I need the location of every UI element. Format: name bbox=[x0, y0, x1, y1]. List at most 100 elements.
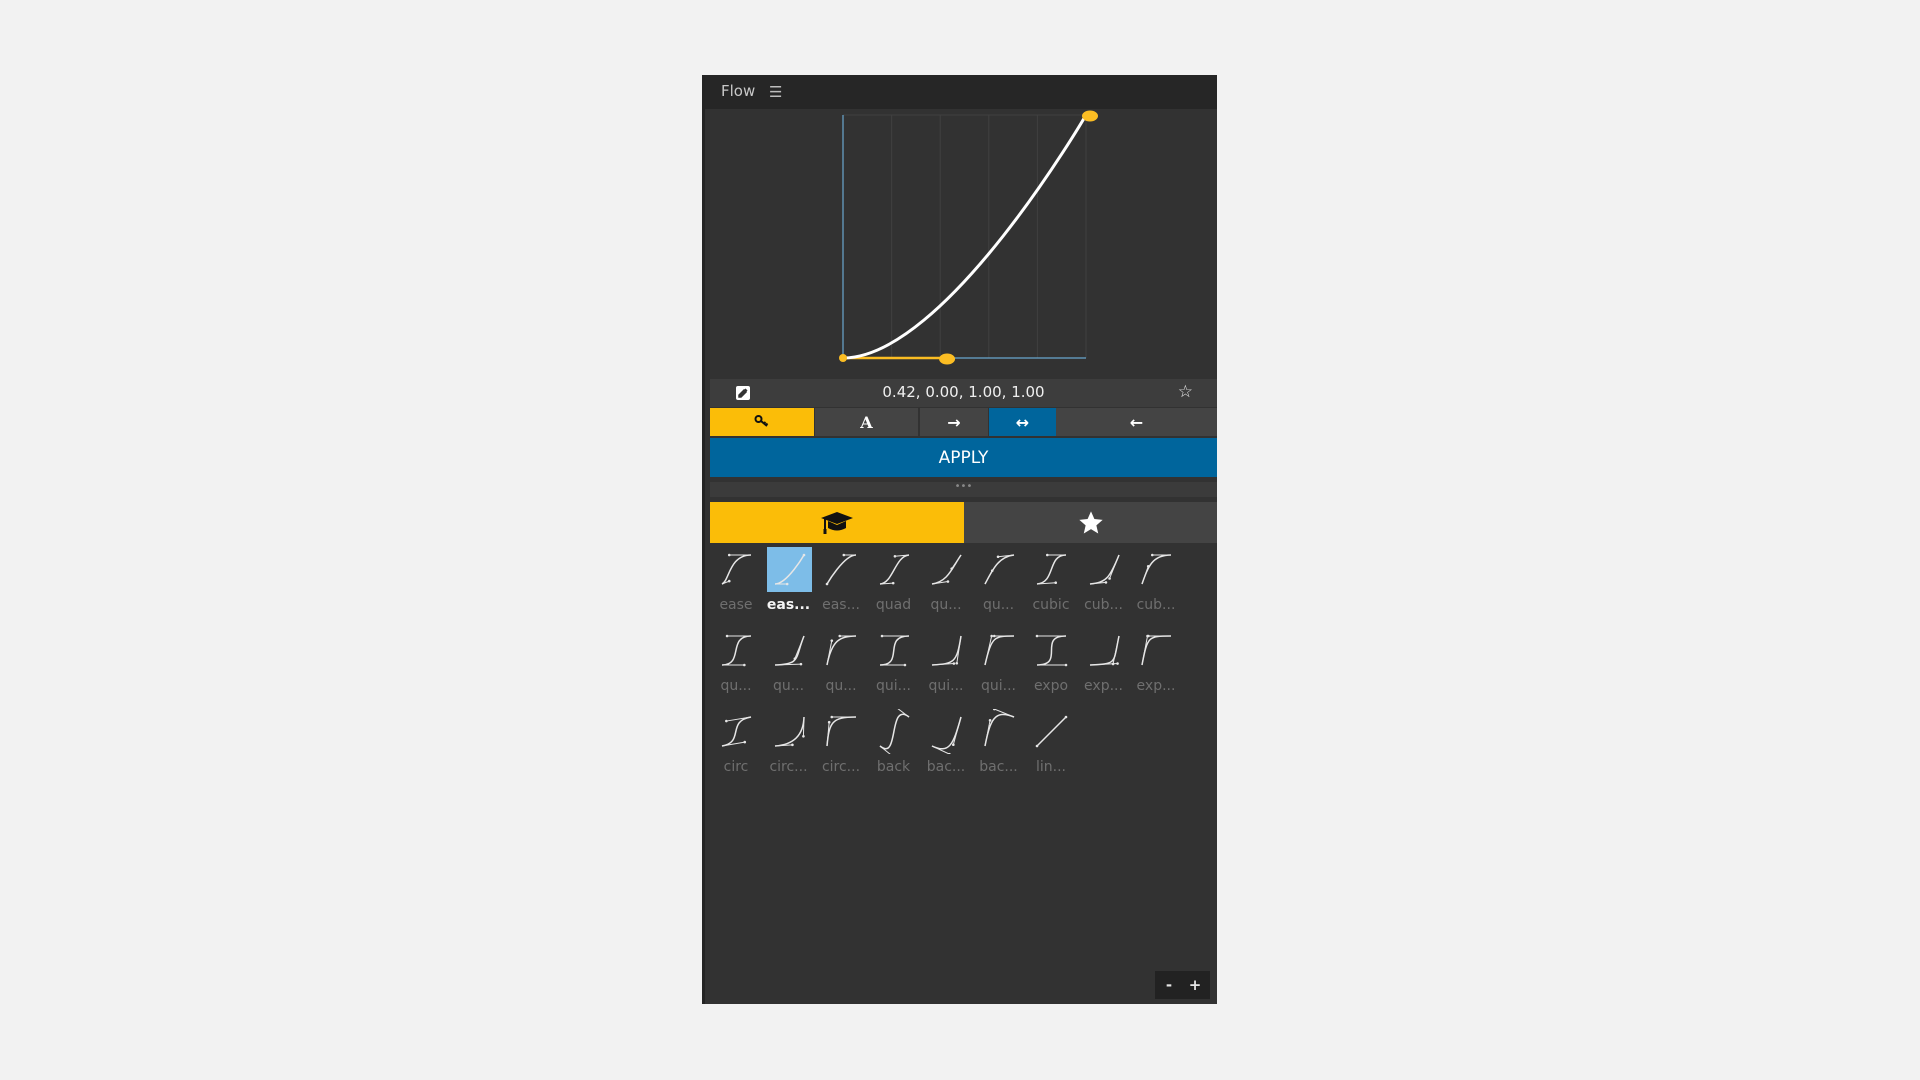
text-mode-button[interactable]: A bbox=[815, 408, 918, 436]
icon-curve bbox=[774, 635, 805, 666]
icon-point bbox=[801, 734, 805, 738]
icon-point bbox=[1045, 553, 1049, 557]
preset-item[interactable]: eas... bbox=[763, 545, 815, 625]
preset-item[interactable]: circ... bbox=[763, 707, 815, 787]
preset-item[interactable]: circ bbox=[710, 707, 762, 787]
easing-curve-icon bbox=[1036, 553, 1067, 585]
tab-favorites[interactable] bbox=[964, 502, 1217, 543]
preset-item[interactable]: eas... bbox=[815, 545, 867, 625]
hamburger-menu-icon[interactable]: ☰ bbox=[769, 83, 782, 101]
flow-panel: Flow ☰ 0.42, 0.00, 1.00, 1.00 ☆ A → ↔ ← APP… bbox=[702, 75, 1217, 1004]
icon-curve bbox=[879, 635, 909, 666]
icon-point bbox=[955, 661, 959, 665]
preset-label: qu... bbox=[930, 597, 962, 613]
icon-curve bbox=[879, 713, 909, 750]
star-outline-icon[interactable]: ☆ bbox=[1178, 382, 1193, 402]
text-icon: A bbox=[860, 412, 873, 432]
easing-curve-icon bbox=[983, 554, 1014, 585]
icon-point bbox=[830, 639, 834, 642]
icon-curve bbox=[983, 554, 1014, 585]
preset-label: qui... bbox=[876, 678, 911, 694]
icon-point bbox=[1115, 662, 1119, 665]
preset-label: qu... bbox=[982, 597, 1015, 613]
preset-item[interactable]: qu... bbox=[763, 626, 815, 706]
panel-header: Flow ☰ bbox=[705, 75, 1217, 109]
icon-curve bbox=[931, 635, 962, 666]
preset-item[interactable]: qui... bbox=[973, 626, 1025, 706]
preset-item[interactable]: qui... bbox=[920, 626, 972, 706]
easing-curve-icon bbox=[931, 554, 962, 585]
icon-point bbox=[893, 555, 896, 558]
icon-point bbox=[996, 555, 999, 559]
icon-curve bbox=[983, 635, 1014, 666]
icon-point bbox=[1147, 634, 1150, 638]
preset-item[interactable]: exp... bbox=[1078, 626, 1130, 706]
icon-point bbox=[946, 580, 950, 583]
preset-item[interactable]: qu... bbox=[710, 626, 762, 706]
preset-item[interactable]: ease bbox=[710, 545, 762, 625]
preset-label: circ... bbox=[821, 759, 861, 775]
icon-point bbox=[903, 663, 906, 667]
easing-curve-icon bbox=[1035, 634, 1068, 667]
preset-item[interactable]: lin... bbox=[1025, 707, 1077, 787]
resize-divider[interactable]: ••• bbox=[710, 482, 1217, 497]
preset-item[interactable]: quad bbox=[868, 545, 920, 625]
easing-curve bbox=[842, 114, 1088, 360]
icon-curve bbox=[879, 554, 909, 585]
icon-point bbox=[790, 743, 794, 747]
icon-point bbox=[830, 715, 834, 719]
arrow-right-icon: → bbox=[947, 412, 961, 432]
ease-in-button[interactable]: → bbox=[920, 408, 988, 436]
icon-point bbox=[1064, 663, 1068, 667]
preset-label: qu... bbox=[825, 678, 857, 694]
icon-point bbox=[992, 709, 996, 711]
preset-item[interactable]: bac... bbox=[920, 707, 972, 787]
ease-both-button[interactable]: ↔ bbox=[989, 408, 1056, 436]
icon-point bbox=[1035, 744, 1039, 748]
icon-curve bbox=[1141, 554, 1172, 585]
zoom-in-button[interactable]: + bbox=[1184, 974, 1206, 996]
ease-out-button[interactable]: ← bbox=[1056, 408, 1217, 436]
preset-label: qui... bbox=[928, 678, 964, 694]
preset-label: cubic bbox=[1032, 597, 1070, 613]
icon-point bbox=[992, 634, 996, 638]
keyframe-mode-button[interactable] bbox=[710, 408, 814, 436]
preset-item[interactable]: cubic bbox=[1025, 545, 1077, 625]
icon-point bbox=[727, 553, 731, 557]
icon-curve bbox=[1036, 554, 1067, 585]
bezier-values[interactable]: 0.42, 0.00, 1.00, 1.00 bbox=[710, 383, 1217, 401]
icon-curve bbox=[1089, 554, 1120, 585]
preset-item[interactable]: expo bbox=[1025, 626, 1077, 706]
curve-editor[interactable] bbox=[705, 109, 1217, 375]
preset-item[interactable]: bac... bbox=[973, 707, 1025, 787]
zoom-out-button[interactable]: - bbox=[1158, 974, 1180, 996]
icon-point bbox=[1146, 565, 1150, 568]
preset-label: cub... bbox=[1084, 597, 1123, 613]
icon-curve bbox=[1036, 635, 1067, 666]
icon-point bbox=[952, 743, 955, 746]
apply-button[interactable]: APPLY bbox=[710, 438, 1217, 477]
icon-point bbox=[1054, 581, 1058, 584]
preset-item[interactable]: cub... bbox=[1078, 545, 1130, 625]
preset-label: eas... bbox=[822, 597, 860, 613]
icon-point bbox=[802, 553, 805, 557]
preset-item[interactable]: cub... bbox=[1130, 545, 1182, 625]
control-handle-1[interactable] bbox=[939, 353, 956, 365]
preset-item[interactable]: circ... bbox=[815, 707, 867, 787]
control-handle-2[interactable] bbox=[1082, 110, 1098, 122]
easing-curve-icon bbox=[1141, 634, 1172, 666]
easing-curve-icon bbox=[983, 709, 1014, 747]
preset-item[interactable]: qu... bbox=[815, 626, 867, 706]
preset-item[interactable]: back bbox=[868, 707, 920, 787]
preset-item[interactable]: exp... bbox=[1130, 626, 1182, 706]
icon-point bbox=[793, 657, 796, 660]
tab-presets[interactable] bbox=[710, 502, 964, 543]
preset-item[interactable]: qu... bbox=[973, 545, 1025, 625]
preset-item[interactable]: qui... bbox=[868, 626, 920, 706]
icon-point bbox=[838, 634, 842, 638]
preset-label: eas... bbox=[766, 597, 811, 613]
panel-title: Flow bbox=[721, 82, 756, 100]
icon-curve bbox=[931, 554, 962, 585]
icon-point bbox=[948, 752, 951, 754]
preset-item[interactable]: qu... bbox=[920, 545, 972, 625]
